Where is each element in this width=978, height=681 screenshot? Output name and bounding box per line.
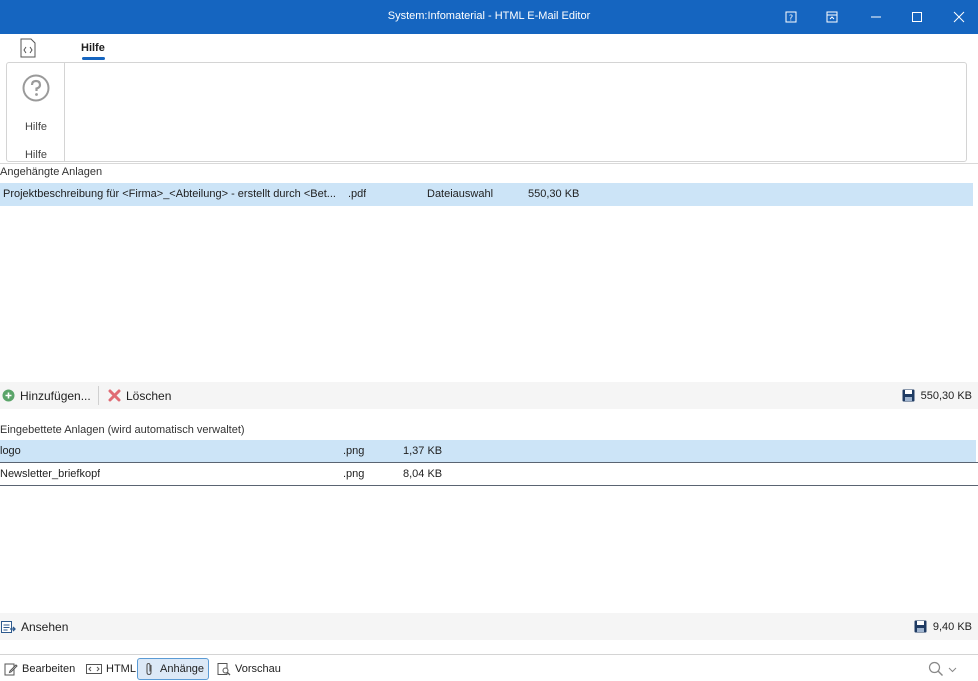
attached-total-size-value: 550,30 KB (920, 389, 972, 402)
zoom-dropdown[interactable] (924, 658, 961, 680)
embedded-name: Newsletter_briefkopf (0, 468, 101, 480)
help-button-label: Hilfe (24, 121, 47, 133)
ribbon-panel: Hilfe Hilfe (6, 62, 967, 162)
ribbon-divider (0, 163, 978, 164)
embedded-total-size: 9,40 KB (914, 613, 972, 640)
view-button-label: Ansehen (21, 619, 69, 634)
embedded-size: 1,37 KB (403, 445, 443, 457)
html-code-icon (86, 664, 102, 674)
bottom-tab-bar: Bearbeiten HTML Anhänge Vorschau (0, 654, 978, 681)
embedded-extension: .png (343, 445, 365, 457)
paperclip-icon (146, 662, 152, 676)
table-row[interactable]: logo .png 1,37 KB (0, 440, 976, 463)
preview-icon (217, 663, 231, 676)
help-icon[interactable]: ? (778, 5, 804, 29)
ribbon-tabs (0, 34, 978, 62)
embedded-name: logo (0, 445, 21, 457)
tab-bearbeiten[interactable]: Bearbeiten (0, 658, 79, 680)
delete-button[interactable]: Löschen (108, 382, 171, 409)
tab-anhaenge[interactable]: Anhänge (137, 658, 210, 680)
attachment-size: 550,30 KB (528, 188, 580, 200)
view-document-icon (1, 620, 16, 633)
embedded-total-size-value: 9,40 KB (932, 620, 972, 633)
plus-circle-icon (2, 389, 15, 402)
attachment-extension: .pdf (348, 188, 367, 200)
attached-section-label: Angehängte Anlagen (0, 166, 103, 178)
tab-vorschau[interactable]: Vorschau (213, 658, 285, 680)
close-icon[interactable] (946, 5, 972, 29)
embedded-toolbar: Ansehen 9,40 KB (0, 613, 978, 640)
tab-html-label: HTML (106, 663, 136, 675)
attachment-source: Dateiauswahl (427, 188, 494, 200)
row-divider (0, 485, 978, 486)
restore-layout-icon[interactable] (819, 5, 845, 29)
attached-toolbar: Hinzufügen... Löschen 550,30 KB (0, 382, 978, 409)
svg-text:?: ? (789, 14, 793, 23)
ribbon-group-hilfe: Hilfe Hilfe (7, 63, 65, 161)
embedded-size: 8,04 KB (403, 468, 443, 480)
embedded-extension: .png (343, 468, 365, 480)
chevron-down-icon (948, 667, 957, 672)
disk-icon (914, 620, 927, 633)
tab-html[interactable]: HTML (82, 658, 140, 680)
maximize-icon[interactable] (904, 5, 930, 29)
file-code-icon[interactable] (18, 38, 38, 58)
add-button-label: Hinzufügen... (20, 388, 91, 403)
disk-icon (902, 389, 915, 402)
delete-button-label: Löschen (126, 388, 172, 403)
tab-active-indicator (82, 57, 105, 60)
attachment-name: Projektbeschreibung für <Firma>_<Abteilu… (3, 188, 336, 200)
add-button[interactable]: Hinzufügen... (2, 382, 91, 409)
title-bar: System:Infomaterial - HTML E-Mail Editor… (0, 0, 978, 34)
tab-hilfe[interactable]: Hilfe (81, 42, 105, 54)
ribbon-group-label: Hilfe (24, 149, 47, 161)
tab-vorschau-label: Vorschau (235, 663, 281, 675)
magnifier-icon (928, 661, 943, 676)
edit-pencil-icon (4, 663, 18, 676)
toolbar-separator (98, 386, 99, 405)
table-row[interactable]: Projektbeschreibung für <Firma>_<Abteilu… (0, 183, 973, 206)
attached-total-size: 550,30 KB (902, 382, 972, 409)
question-circle-icon (22, 74, 50, 102)
tab-anhaenge-label: Anhänge (160, 663, 205, 675)
table-row[interactable]: Newsletter_briefkopf .png 8,04 KB (0, 463, 976, 486)
tab-bearbeiten-label: Bearbeiten (22, 663, 76, 675)
help-button[interactable]: Hilfe (7, 71, 65, 133)
minimize-icon[interactable] (863, 5, 889, 29)
view-button[interactable]: Ansehen (1, 613, 68, 640)
delete-x-icon (108, 389, 121, 402)
embedded-section-label: Eingebettete Anlagen (wird automatisch v… (0, 424, 245, 436)
